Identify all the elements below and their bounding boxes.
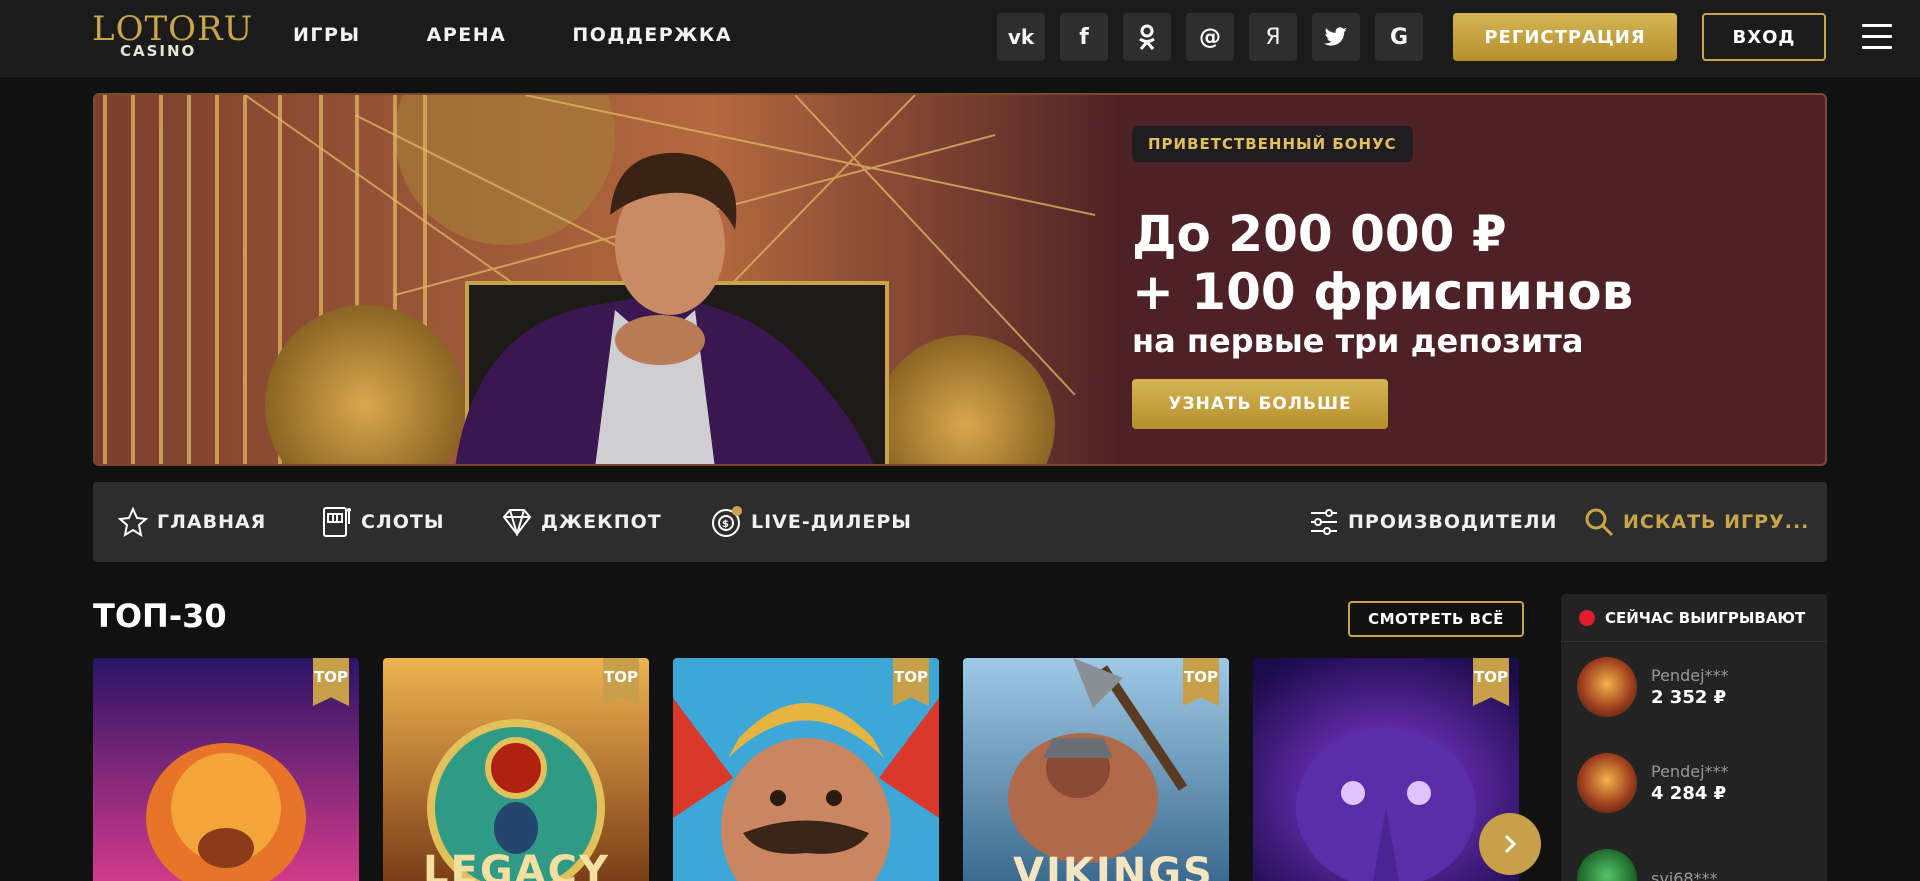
winner-amount: 4 284 ₽ <box>1651 783 1727 804</box>
category-jackpot-label: ДЖЕКПОТ <box>541 511 662 533</box>
category-home-label: ГЛАВНАЯ <box>157 511 267 533</box>
game-thumbnail <box>1577 849 1637 881</box>
logo-subtitle: CASINO <box>120 42 197 60</box>
view-all-button[interactable]: СМОТРЕТЬ ВСЁ <box>1348 601 1524 637</box>
providers-label: ПРОИЗВОДИТЕЛИ <box>1348 511 1558 533</box>
menu-icon[interactable] <box>1862 24 1892 50</box>
winner-name: Pendej*** <box>1651 666 1729 685</box>
vk-icon[interactable]: vk <box>997 13 1045 61</box>
game-title: VIKINGS <box>1013 850 1214 881</box>
game-thumbnail <box>1577 753 1637 813</box>
learn-more-button[interactable]: УЗНАТЬ БОЛЬШЕ <box>1132 379 1388 429</box>
winner-item[interactable]: Pendej*** 2 352 ₽ <box>1577 656 1817 718</box>
logo-wordmark: LOTORU <box>92 9 254 49</box>
category-home[interactable]: ГЛАВНАЯ <box>117 482 266 562</box>
game-card[interactable]: LEGACY TOP <box>383 658 649 881</box>
banner-illustration <box>95 95 1125 464</box>
slot-machine-icon <box>321 506 353 538</box>
live-indicator <box>1579 609 1595 626</box>
category-live-label: LIVE-ДИЛЕРЫ <box>751 511 912 533</box>
mail-icon[interactable]: @ <box>1186 13 1234 61</box>
search-icon <box>1583 506 1615 538</box>
nav-support[interactable]: ПОДДЕРЖКА <box>572 24 732 46</box>
game-search[interactable]: ИСКАТЬ ИГРУ... <box>1583 482 1809 562</box>
login-button[interactable]: ВХОД <box>1702 13 1826 61</box>
section-title: ТОП-30 <box>93 597 227 635</box>
winner-amount: 2 352 ₽ <box>1651 687 1727 708</box>
category-live-dealers[interactable]: $ LIVE-ДИЛЕРЫ <box>711 482 912 562</box>
logo[interactable]: LOTORU CASINO <box>92 9 254 62</box>
svg-text:$: $ <box>722 519 730 530</box>
bonus-badge: ПРИВЕТСТВЕННЫЙ БОНУС <box>1132 126 1413 162</box>
star-icon <box>117 506 149 538</box>
diamond-icon <box>501 506 533 538</box>
twitter-icon[interactable] <box>1312 13 1360 61</box>
category-slots-label: СЛОТЫ <box>361 511 445 533</box>
winners-title: СЕЙЧАС ВЫИГРЫВАЮТ <box>1605 608 1806 627</box>
odnoklassniki-icon[interactable] <box>1123 13 1171 61</box>
nav-arena[interactable]: АРЕНА <box>427 24 507 46</box>
winner-item[interactable]: Pendej*** 4 284 ₽ <box>1577 752 1817 814</box>
main-nav: ИГРЫ АРЕНА ПОДДЕРЖКА <box>293 24 798 46</box>
winners-header: СЕЙЧАС ВЫИГРЫВАЮТ <box>1561 594 1827 642</box>
casino-chip-icon: $ <box>711 506 743 538</box>
register-button[interactable]: РЕГИСТРАЦИЯ <box>1453 13 1677 61</box>
category-slots[interactable]: СЛОТЫ <box>321 482 445 562</box>
game-carousel: TOP LEGACY TOP TOP VIKINGS TOP TOP <box>93 658 1523 881</box>
yandex-icon[interactable]: Я <box>1249 13 1297 61</box>
promo-banner: ПРИВЕТСТВЕННЫЙ БОНУС До 200 000 ₽ + 100 … <box>93 93 1827 466</box>
game-card[interactable]: VIKINGS TOP <box>963 658 1229 881</box>
bonus-amount: До 200 000 ₽ <box>1132 205 1507 263</box>
filter-sliders-icon <box>1308 506 1340 538</box>
game-card[interactable]: TOP <box>93 658 359 881</box>
winner-item[interactable]: svi68*** <box>1577 848 1817 881</box>
bonus-freespins: + 100 фриспинов <box>1132 263 1634 321</box>
facebook-icon[interactable]: f <box>1060 13 1108 61</box>
category-jackpot[interactable]: ДЖЕКПОТ <box>501 482 662 562</box>
game-card[interactable]: TOP <box>673 658 939 881</box>
category-bar: ГЛАВНАЯ СЛОТЫ ДЖЕКПОТ $ LIVE-ДИЛЕРЫ ПРОИ… <box>93 482 1827 562</box>
game-thumbnail <box>1577 657 1637 717</box>
winner-name: Pendej*** <box>1651 762 1729 781</box>
search-placeholder: ИСКАТЬ ИГРУ... <box>1623 511 1810 533</box>
site-header: LOTORU CASINO ИГРЫ АРЕНА ПОДДЕРЖКА vk f … <box>0 0 1920 77</box>
providers-filter[interactable]: ПРОИЗВОДИТЕЛИ <box>1308 482 1557 562</box>
google-icon[interactable]: G <box>1375 13 1423 61</box>
chevron-right-icon <box>1504 834 1517 854</box>
carousel-next-button[interactable] <box>1479 813 1541 875</box>
nav-games[interactable]: ИГРЫ <box>293 24 361 46</box>
winner-name: svi68*** <box>1651 868 1718 881</box>
live-winners-panel: СЕЙЧАС ВЫИГРЫВАЮТ Pendej*** 2 352 ₽ Pend… <box>1561 594 1827 881</box>
game-title: LEGACY <box>423 848 610 881</box>
social-login-group: vk f @ Я G <box>997 13 1423 61</box>
bonus-subtitle: на первые три депозита <box>1132 322 1584 360</box>
